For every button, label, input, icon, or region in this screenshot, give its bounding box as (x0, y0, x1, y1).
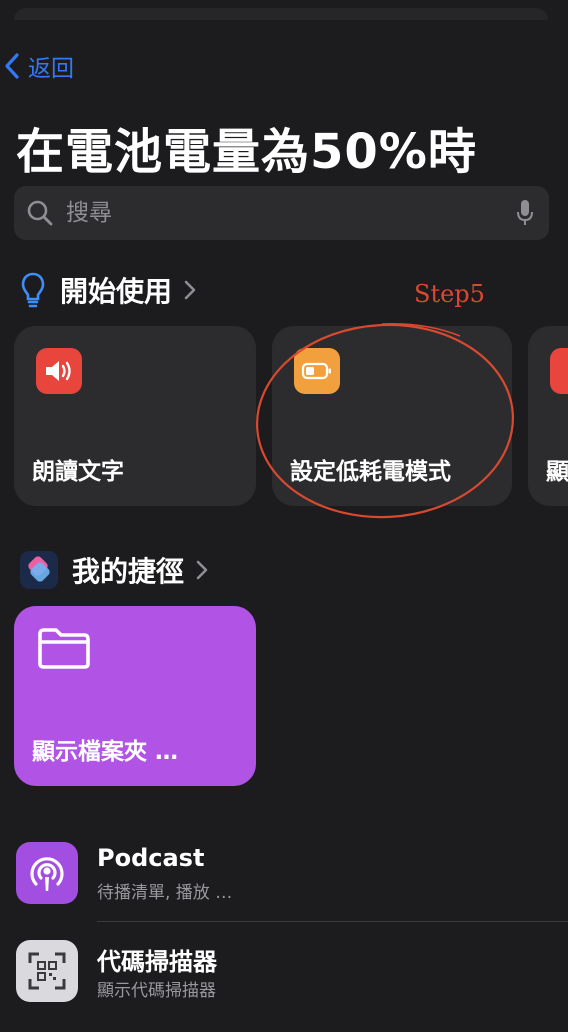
card-label: 顯 (546, 459, 568, 485)
card-label: 顯示檔案夾 … (32, 739, 179, 765)
shortcuts-app-icon (20, 551, 58, 589)
shortcut-card-speak-text[interactable]: 朗讀文字 (14, 326, 256, 506)
chevron-left-icon (5, 53, 19, 79)
app-name: Podcast (97, 844, 205, 872)
lightbulb-icon (21, 272, 45, 308)
card-label: 設定低耗電模式 (290, 459, 451, 485)
chevron-right-icon (184, 280, 196, 300)
search-icon (27, 200, 53, 226)
shortcut-card-show-folder[interactable]: 顯示檔案夾 … (14, 606, 256, 786)
back-label: 返回 (28, 56, 74, 82)
app-subtitle: 待播清單, 播放 … (97, 883, 233, 903)
app-row-code-scanner[interactable]: 代碼掃描器 顯示代碼掃描器 (0, 940, 568, 1032)
microphone-icon[interactable] (515, 198, 535, 228)
back-button[interactable]: 返回 (4, 48, 74, 84)
search-bar[interactable] (14, 186, 549, 240)
qr-scanner-icon (16, 940, 78, 1002)
app-name: 代碼掃描器 (97, 948, 217, 976)
shortcut-card-low-power-mode[interactable]: 設定低耗電模式 (272, 326, 512, 506)
speaker-icon (36, 348, 82, 394)
search-input[interactable] (64, 199, 515, 227)
battery-icon (294, 348, 340, 394)
get-started-label: 開始使用 (60, 275, 173, 308)
podcast-icon (16, 842, 78, 904)
shortcut-card-partial[interactable]: 顯 (528, 326, 568, 506)
card-label: 朗讀文字 (32, 459, 124, 485)
app-subtitle: 顯示代碼掃描器 (97, 981, 216, 1001)
folder-icon (38, 628, 90, 669)
get-started-header[interactable]: 開始使用 (20, 270, 196, 310)
bell-icon (550, 348, 568, 394)
list-divider (97, 921, 568, 922)
page-title: 在電池電量為50%時 (16, 124, 477, 180)
my-shortcuts-header[interactable]: 我的捷徑 (20, 550, 208, 590)
step-annotation: Step5 (414, 280, 485, 308)
my-shortcuts-label: 我的捷徑 (72, 555, 185, 588)
chevron-right-icon (196, 560, 208, 580)
